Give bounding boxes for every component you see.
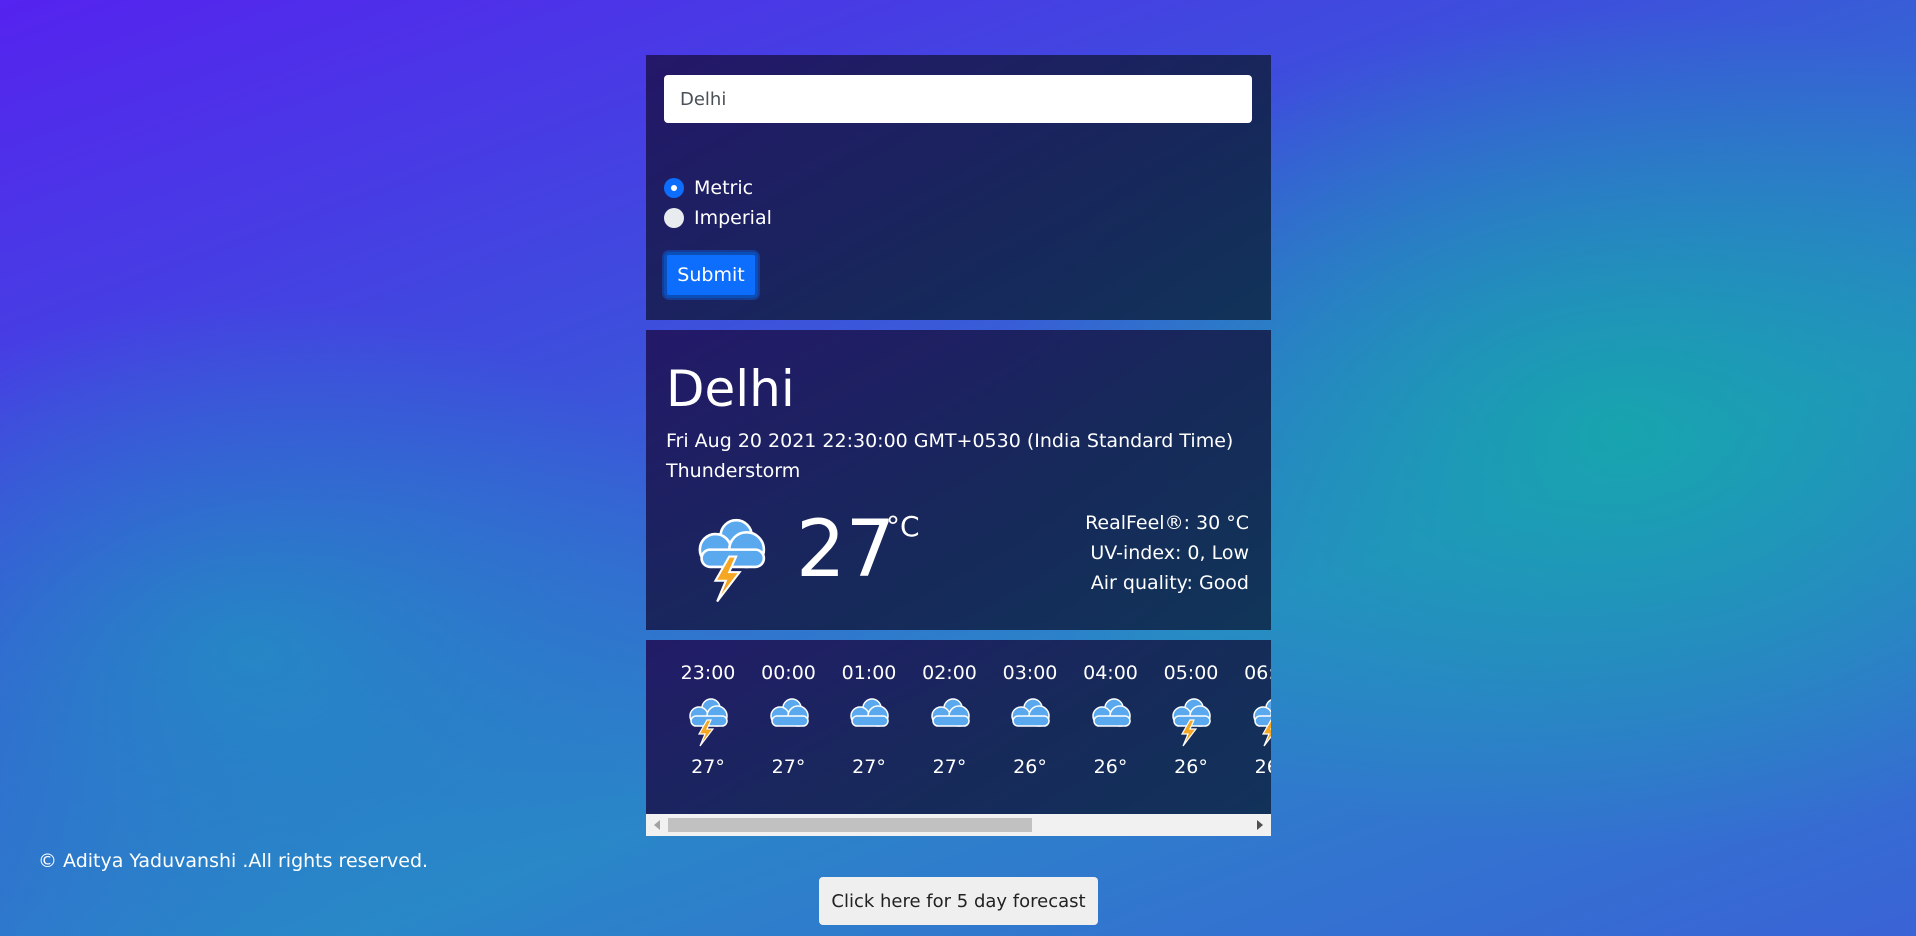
- thunderstorm-icon: [698, 518, 766, 603]
- cloudy-icon: [1011, 698, 1050, 727]
- cloudy-icon: [930, 698, 970, 727]
- hourly-temperature: 27°: [691, 756, 725, 778]
- cloudy-icon: [850, 698, 889, 727]
- hourly-time: 06:00: [1244, 662, 1271, 684]
- hourly-time: 04:00: [1083, 662, 1138, 684]
- hourly-temperature: 27°: [932, 756, 967, 778]
- thunderstorm-icon: [1252, 698, 1271, 747]
- cloudy-icon: [769, 698, 809, 727]
- imperial-radio[interactable]: [664, 208, 684, 228]
- submit-button[interactable]: Submit: [664, 252, 758, 298]
- weather-condition: Thunderstorm: [666, 460, 801, 482]
- imperial-radio-option[interactable]: Imperial: [664, 207, 772, 229]
- hourly-temperature: 27°: [852, 756, 886, 778]
- hourly-item: 03:00 26°: [990, 662, 1070, 778]
- horizontal-scrollbar[interactable]: [646, 814, 1271, 836]
- current-temperature: 27: [796, 505, 896, 595]
- thunderstorm-icon: [689, 698, 728, 747]
- hourly-forecast-strip[interactable]: 23:00 27° 00:00 27° 01:00 27° 02:00 27° 03:00 26°…: [646, 640, 1271, 814]
- five-day-forecast-button[interactable]: Click here for 5 day forecast: [819, 877, 1098, 925]
- copyright-notice: © Aditya Yaduvanshi .All rights reserved…: [38, 850, 429, 872]
- weather-stats: RealFeel®: 30 °C UV-index: 0, Low Air qu…: [1085, 508, 1249, 598]
- local-datetime: Fri Aug 20 2021 22:30:00 GMT+0530 (India…: [666, 430, 1234, 452]
- current-weather-panel: Delhi Fri Aug 20 2021 22:30:00 GMT+0530 …: [646, 330, 1271, 630]
- city-name: Delhi: [666, 360, 795, 418]
- hourly-temperature: 26°: [1254, 756, 1271, 778]
- hourly-time: 03:00: [1002, 662, 1058, 684]
- hourly-forecast-panel: 23:00 27° 00:00 27° 01:00 27° 02:00 27° 03:00 26°…: [646, 640, 1271, 836]
- hourly-item: 01:00 27°: [829, 662, 909, 778]
- scroll-right-arrow-icon[interactable]: [1257, 820, 1263, 830]
- metric-label: Metric: [694, 177, 754, 199]
- hourly-item: 05:00 26°: [1151, 662, 1231, 778]
- hourly-item: 23:00 27°: [668, 662, 748, 778]
- imperial-label: Imperial: [694, 207, 772, 229]
- uv-index-value: UV-index: 0, Low: [1090, 542, 1249, 564]
- metric-radio[interactable]: [664, 178, 684, 198]
- search-form-panel: Metric Imperial Submit: [646, 55, 1271, 320]
- realfeel-value: RealFeel®: 30 °C: [1085, 512, 1249, 534]
- metric-radio-option[interactable]: Metric: [664, 177, 753, 199]
- hourly-time: 05:00: [1163, 662, 1219, 684]
- temperature-unit: °C: [886, 510, 920, 543]
- hourly-temperature: 26°: [1174, 756, 1208, 778]
- hourly-time: 00:00: [761, 662, 816, 684]
- hourly-temperature: 27°: [771, 756, 806, 778]
- air-quality-value: Air quality: Good: [1090, 572, 1249, 594]
- scroll-left-arrow-icon[interactable]: [654, 820, 660, 830]
- hourly-item: 02:00 27°: [910, 662, 990, 778]
- hourly-item: 00:00 27°: [749, 662, 829, 778]
- hourly-item: 06:00 26°: [1232, 662, 1271, 778]
- city-search-input[interactable]: [664, 75, 1252, 123]
- hourly-time: 23:00: [680, 662, 736, 684]
- hourly-temperature: 26°: [1093, 756, 1128, 778]
- hourly-time: 01:00: [841, 662, 897, 684]
- thunderstorm-icon: [1172, 698, 1211, 747]
- hourly-time: 02:00: [922, 662, 977, 684]
- hourly-item: 04:00 26°: [1071, 662, 1151, 778]
- cloudy-icon: [1091, 698, 1131, 727]
- hourly-temperature: 26°: [1013, 756, 1047, 778]
- scrollbar-thumb[interactable]: [668, 818, 1032, 832]
